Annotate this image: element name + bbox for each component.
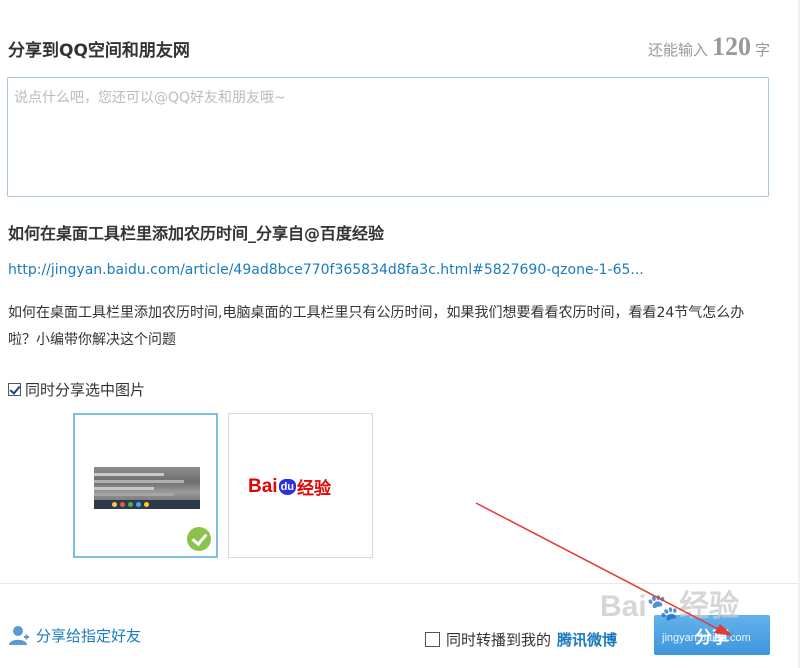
article-description: 如何在桌面工具栏里添加农历时间,电脑桌面的工具栏里只有公历时间，如果我们想要看看… <box>8 305 745 348</box>
article-title: 如何在桌面工具栏里添加农历时间_分享自@百度经验 <box>8 224 385 243</box>
tencent-weibo-link[interactable]: 腾讯微博 <box>557 629 617 650</box>
counter-suffix: 字 <box>754 41 770 59</box>
share-images-option[interactable]: 同时分享选中图片 <box>8 379 145 400</box>
forward-option[interactable]: 同时转播到我的 腾讯微博 <box>425 629 617 650</box>
screenshot-preview-image <box>94 467 200 509</box>
article-url-link[interactable]: http://jingyan.baidu.com/article/49ad8bc… <box>8 262 778 278</box>
dialog-title: 分享到QQ空间和朋友网 <box>8 41 190 61</box>
share-images-label: 同时分享选中图片 <box>25 381 146 399</box>
selected-check-icon <box>187 527 211 551</box>
counter-value: 120 <box>711 32 751 61</box>
footer-divider <box>0 583 800 584</box>
forward-checkbox[interactable] <box>425 632 440 647</box>
person-icon <box>9 626 29 645</box>
share-images-checkbox[interactable] <box>8 383 21 396</box>
image-thumbnail-screenshot[interactable] <box>73 413 218 558</box>
share-friend-label: 分享给指定好友 <box>36 626 142 645</box>
comment-input[interactable] <box>7 77 769 197</box>
image-thumbnail-baidu-logo[interactable]: Bai du 经验 <box>228 413 373 558</box>
char-counter: 还能输入 120 字 <box>648 32 770 62</box>
forward-label: 同时转播到我的 <box>446 631 552 649</box>
share-to-friend-link[interactable]: 分享给指定好友 <box>8 624 141 646</box>
baidu-jingyan-logo: Bai du 经验 <box>248 475 332 499</box>
counter-prefix: 还能输入 <box>647 41 708 59</box>
share-button[interactable]: 分享 <box>654 615 770 655</box>
